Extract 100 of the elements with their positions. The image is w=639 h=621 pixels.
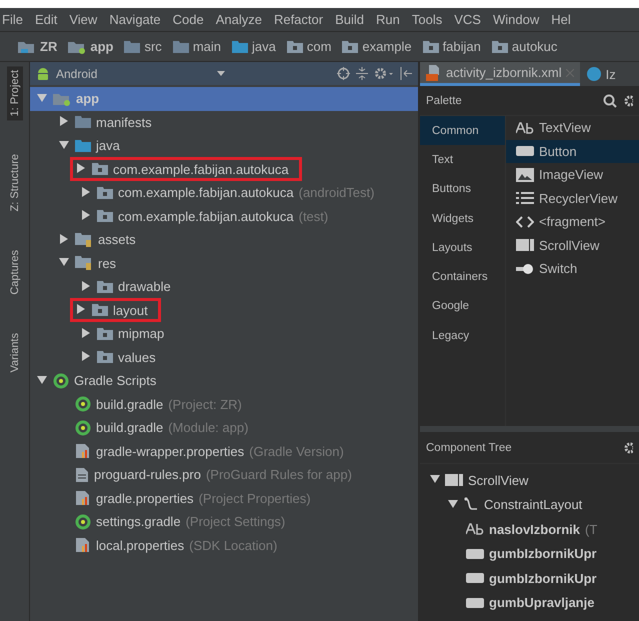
- palette-category[interactable]: Google: [420, 292, 505, 322]
- tree-item-label[interactable]: gradle.properties: [96, 490, 194, 506]
- tree-item-label[interactable]: settings.gradle: [96, 514, 181, 530]
- collapsed-arrow-icon[interactable]: [81, 351, 91, 362]
- menu-item[interactable]: Edit: [34, 12, 58, 27]
- palette-item[interactable]: ImageView: [506, 163, 639, 186]
- menu-item[interactable]: Tools: [412, 12, 442, 27]
- hide-panel-icon[interactable]: [400, 67, 412, 80]
- palette-item[interactable]: ScrollView: [506, 234, 639, 257]
- component-label[interactable]: gumbIzbornikUpr: [489, 546, 597, 562]
- collapsed-arrow-icon[interactable]: [76, 304, 86, 314]
- palette-category[interactable]: Containers: [420, 262, 505, 292]
- palette-item[interactable]: <fragment>: [506, 210, 639, 234]
- search-icon[interactable]: [603, 94, 617, 108]
- collapsed-arrow-icon[interactable]: [81, 186, 91, 197]
- component-label[interactable]: ConstraintLayout: [484, 497, 582, 512]
- menu-item[interactable]: Run: [376, 12, 400, 27]
- expanded-arrow-icon[interactable]: [59, 140, 69, 150]
- breadcrumb-item[interactable]: src: [144, 39, 162, 54]
- expanded-arrow-icon[interactable]: [448, 498, 458, 509]
- menu-item[interactable]: VCS: [454, 12, 481, 27]
- breadcrumb-item[interactable]: ZR: [40, 39, 58, 54]
- menu-item[interactable]: Build: [335, 12, 364, 27]
- palette-item[interactable]: Switch: [506, 257, 639, 280]
- settings-icon[interactable]: [374, 67, 394, 80]
- menu-item[interactable]: Analyze: [216, 12, 262, 27]
- tree-item-label[interactable]: drawable: [118, 279, 171, 294]
- side-tab[interactable]: Variants: [6, 328, 22, 376]
- package-folder-icon: [92, 163, 108, 176]
- breadcrumb-item[interactable]: autokuc: [512, 39, 558, 54]
- collapsed-arrow-icon[interactable]: [81, 328, 91, 338]
- menu-item[interactable]: File: [2, 12, 23, 27]
- tree-item-label[interactable]: proguard-rules.pro: [94, 467, 201, 482]
- breadcrumb-item[interactable]: app: [90, 39, 114, 54]
- view-selector[interactable]: Android: [56, 66, 211, 80]
- palette-item[interactable]: RecyclerView: [506, 186, 639, 210]
- target-icon[interactable]: [337, 67, 350, 80]
- breadcrumb-item[interactable]: main: [192, 39, 221, 54]
- component-label[interactable]: naslovIzbornik: [489, 522, 580, 537]
- tree-item-label[interactable]: Gradle Scripts: [74, 373, 156, 388]
- menu-item[interactable]: Window: [492, 12, 540, 27]
- collapsed-arrow-icon[interactable]: [81, 210, 91, 220]
- palette-item[interactable]: TextView: [506, 116, 639, 140]
- side-tab[interactable]: Z: Structure: [6, 150, 22, 216]
- breadcrumb-item[interactable]: com: [306, 39, 332, 54]
- palette-category[interactable]: Legacy: [420, 321, 505, 350]
- expanded-arrow-icon[interactable]: [37, 374, 47, 385]
- collapsed-arrow-icon[interactable]: [81, 280, 91, 291]
- menu-item[interactable]: View: [69, 12, 98, 27]
- menu-item[interactable]: Navigate: [109, 12, 161, 27]
- component-label[interactable]: gumbUpravljanje: [489, 595, 594, 610]
- tree-item-label[interactable]: mipmap: [118, 326, 164, 342]
- class-icon: [586, 66, 602, 82]
- tree-item-label[interactable]: values: [118, 350, 156, 365]
- dropdown-caret-icon[interactable]: [217, 71, 225, 76]
- settings-icon[interactable]: [623, 440, 633, 454]
- tree-item-label[interactable]: assets: [98, 232, 136, 248]
- tree-item-label[interactable]: build.gradle: [96, 420, 164, 436]
- tree-item-label[interactable]: java: [96, 138, 120, 154]
- collapsed-arrow-icon[interactable]: [59, 116, 69, 126]
- breadcrumb-item[interactable]: example: [362, 39, 412, 54]
- project-folder-icon: [18, 40, 36, 54]
- expanded-arrow-icon[interactable]: [430, 474, 440, 484]
- palette-category[interactable]: Layouts: [420, 233, 505, 262]
- collapsed-arrow-icon[interactable]: [59, 234, 69, 244]
- tree-item-label[interactable]: com.example.fabijan.autokuca: [118, 185, 294, 200]
- tree-item-label[interactable]: manifests: [96, 114, 152, 130]
- tree-item-label[interactable]: build.gradle: [96, 396, 164, 412]
- breadcrumb-item[interactable]: java: [252, 39, 276, 54]
- settings-icon[interactable]: [623, 94, 633, 108]
- menu-item[interactable]: Hel: [551, 12, 571, 27]
- resource-folder-icon: [75, 232, 93, 247]
- palette-category[interactable]: Common: [420, 116, 505, 146]
- properties-file-icon: [75, 490, 91, 506]
- component-label[interactable]: gumbIzbornikUpr: [489, 570, 597, 586]
- tree-item-label[interactable]: com.example.fabijan.autokuca: [118, 208, 294, 224]
- menu-item[interactable]: Refactor: [274, 12, 324, 27]
- side-tab[interactable]: 1: Project: [6, 66, 22, 120]
- palette-category[interactable]: Widgets: [420, 204, 505, 234]
- palette-category[interactable]: Buttons: [420, 174, 505, 204]
- editor-tab[interactable]: Iz: [580, 62, 622, 86]
- package-folder-icon: [92, 304, 108, 316]
- tree-item-label[interactable]: local.properties: [96, 538, 184, 553]
- collapsed-arrow-icon[interactable]: [76, 163, 86, 174]
- button-icon: [466, 572, 484, 584]
- tree-item-detail: (androidTest): [298, 185, 374, 200]
- tree-item-label[interactable]: res: [98, 256, 116, 271]
- layout-file-icon: [426, 64, 442, 80]
- editor-tab[interactable]: activity_izbornik.xml: [420, 62, 580, 86]
- tree-item-label[interactable]: gradle-wrapper.properties: [96, 444, 244, 459]
- breadcrumb-item[interactable]: fabijan: [442, 39, 481, 54]
- tree-item-label[interactable]: com.example.fabijan.autokuca: [113, 162, 289, 177]
- menu-item[interactable]: Code: [172, 12, 204, 27]
- component-label[interactable]: ScrollView: [468, 472, 528, 488]
- palette-item[interactable]: Button: [506, 140, 639, 163]
- expanded-arrow-icon[interactable]: [59, 257, 69, 268]
- palette-category[interactable]: Text: [420, 145, 505, 175]
- tree-item-label[interactable]: layout: [113, 302, 148, 318]
- collapse-icon[interactable]: [356, 67, 368, 80]
- side-tab[interactable]: Captures: [6, 246, 22, 299]
